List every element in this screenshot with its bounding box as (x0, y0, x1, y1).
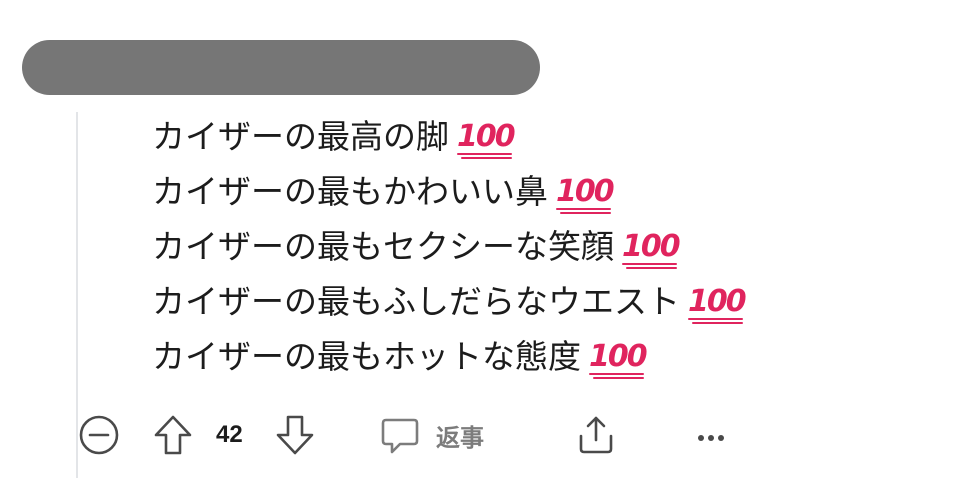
comment-line: カイザーの最もホットな態度 100 (152, 334, 745, 389)
hundred-points-emoji-icon: 100 (556, 177, 615, 214)
share-upload-icon (579, 416, 613, 454)
hundred-points-emoji-icon: 100 (457, 122, 516, 159)
more-dots-icon (698, 435, 724, 441)
downvote-button[interactable] (274, 410, 316, 460)
redacted-username-bar (22, 40, 540, 95)
hundred-points-emoji-icon: 100 (589, 342, 648, 379)
hundred-points-emoji-icon: 100 (688, 287, 747, 324)
reply-button[interactable]: 返事 (380, 410, 484, 460)
comment-line-text: カイザーの最高の脚 (152, 117, 449, 156)
comment-line: カイザーの最もかわいい鼻 100 (152, 169, 745, 224)
comment-line: カイザーの最もセクシーな笑顔 100 (152, 224, 745, 279)
comment-action-bar: 42 返事 (78, 410, 758, 460)
reply-label: 返事 (436, 423, 484, 452)
speech-bubble-icon (381, 418, 419, 454)
upvote-button[interactable] (152, 410, 194, 460)
arrow-down-outline-icon (276, 415, 314, 455)
comment-line-text: カイザーの最もホットな態度 (152, 337, 581, 376)
arrow-up-outline-icon (154, 415, 192, 455)
comment-line: カイザーの最高の脚 100 (152, 114, 745, 169)
comment-body: カイザーの最高の脚 100 カイザーの最もかわいい鼻 100 カイザーの最もセクシー… (152, 114, 747, 389)
more-options-button[interactable] (696, 410, 726, 460)
vote-count-text: 42 (216, 421, 243, 448)
collapse-button[interactable] (78, 410, 120, 460)
comment-line-text: カイザーの最もセクシーな笑顔 (152, 227, 614, 266)
comment-line: カイザーの最もふしだらなウエスト 100 (152, 279, 747, 334)
minus-circle-icon (79, 415, 119, 455)
comment-line-text: カイザーの最もふしだらなウエスト (152, 282, 680, 321)
comment-line-text: カイザーの最もかわいい鼻 (152, 172, 548, 211)
vote-count: 42 (216, 410, 243, 460)
hundred-points-emoji-icon: 100 (622, 232, 681, 269)
share-button[interactable] (576, 410, 616, 460)
